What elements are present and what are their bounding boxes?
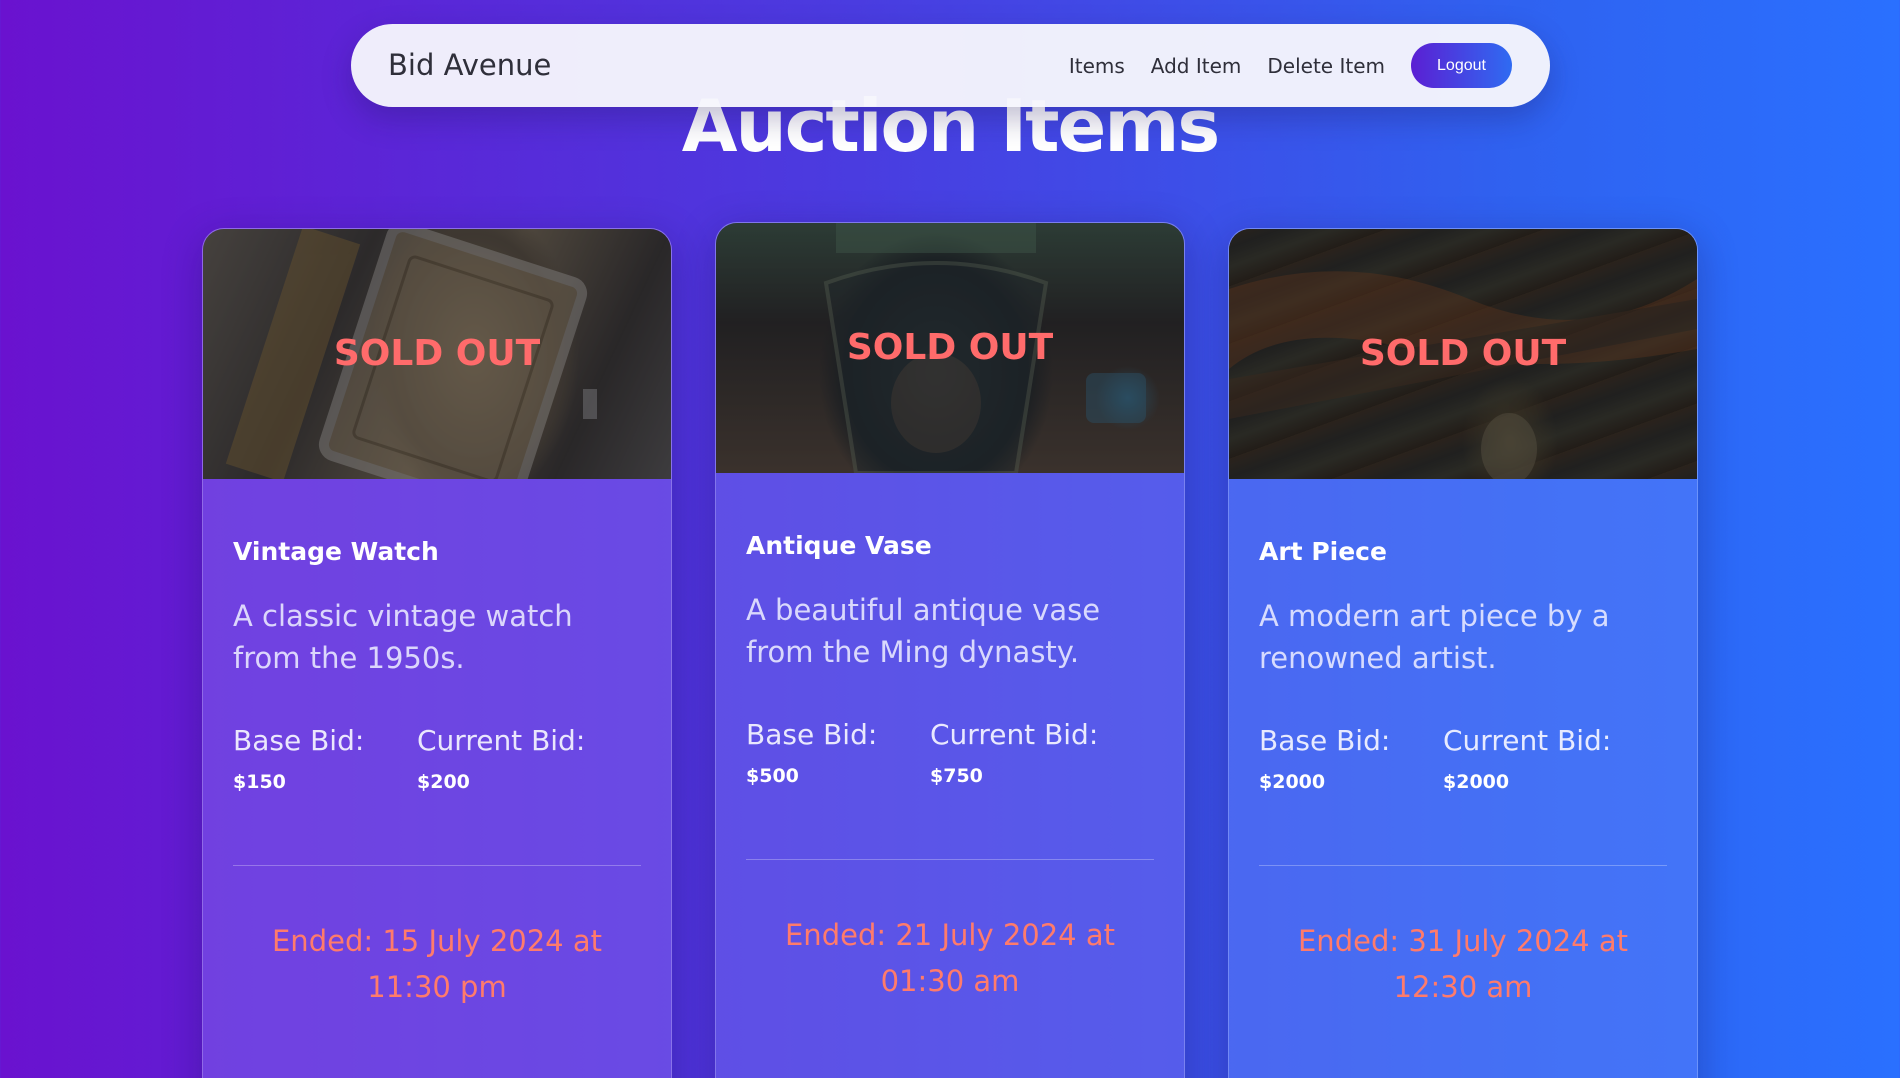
watch-image: SOLD OUT bbox=[203, 229, 671, 479]
item-description: A modern art piece by a renowned artist. bbox=[1259, 599, 1610, 675]
vase-image: SOLD OUT bbox=[716, 223, 1184, 473]
item-name: Art Piece bbox=[1259, 537, 1387, 566]
bid-info: Base Bid: $150 Current Bid: $200 bbox=[233, 723, 641, 793]
base-bid-label: Base Bid: bbox=[746, 718, 878, 751]
auction-ended-text: Ended: 15 July 2024 at 11:30 pm bbox=[271, 924, 602, 1004]
item-description: A classic vintage watch from the 1950s. bbox=[233, 599, 573, 675]
base-bid-label: Base Bid: bbox=[1259, 724, 1391, 757]
current-bid-label: Current Bid: bbox=[930, 718, 1099, 751]
art-image: SOLD OUT bbox=[1229, 229, 1697, 479]
nav-link-add-item[interactable]: Add Item bbox=[1151, 54, 1242, 78]
sold-out-label: SOLD OUT bbox=[333, 333, 541, 374]
divider bbox=[233, 865, 641, 866]
divider bbox=[1259, 865, 1667, 866]
sold-out-label: SOLD OUT bbox=[846, 327, 1054, 368]
nav-link-items[interactable]: Items bbox=[1069, 54, 1125, 78]
auction-ended-text: Ended: 21 July 2024 at 01:30 am bbox=[784, 918, 1115, 998]
base-bid-label: Base Bid: bbox=[233, 724, 365, 757]
bid-info: Base Bid: $500 Current Bid: $750 bbox=[746, 717, 1154, 787]
current-bid-value: $200 bbox=[417, 771, 470, 793]
base-bid-value: $2000 bbox=[1259, 771, 1326, 793]
auction-card-vintage-watch[interactable]: SOLD OUT Vintage Watch A classic vintage… bbox=[202, 228, 672, 1078]
auction-card-antique-vase[interactable]: SOLD OUT Antique Vase A beautiful antiqu… bbox=[715, 222, 1185, 1078]
nav-link-delete-item[interactable]: Delete Item bbox=[1267, 54, 1385, 78]
current-bid-value: $2000 bbox=[1443, 771, 1510, 793]
current-bid-label: Current Bid: bbox=[1443, 724, 1612, 757]
nav-links: Items Add Item Delete Item Logout bbox=[1069, 24, 1512, 107]
bid-info: Base Bid: $2000 Current Bid: $2000 bbox=[1259, 723, 1667, 793]
base-bid-value: $150 bbox=[233, 771, 286, 793]
current-bid-value: $750 bbox=[930, 765, 983, 787]
sold-out-label: SOLD OUT bbox=[1359, 333, 1567, 374]
auction-card-art-piece[interactable]: SOLD OUT Art Piece A modern art piece by… bbox=[1228, 228, 1698, 1078]
item-name: Antique Vase bbox=[746, 531, 932, 560]
item-description: A beautiful antique vase from the Ming d… bbox=[746, 593, 1101, 669]
logout-button[interactable]: Logout bbox=[1411, 43, 1512, 88]
brand-logo[interactable]: Bid Avenue bbox=[388, 24, 551, 107]
auction-ended-text: Ended: 31 July 2024 at 12:30 am bbox=[1297, 924, 1628, 1004]
current-bid-label: Current Bid: bbox=[417, 724, 586, 757]
base-bid-value: $500 bbox=[746, 765, 799, 787]
navbar: Bid Avenue Items Add Item Delete Item Lo… bbox=[351, 24, 1550, 107]
divider bbox=[746, 859, 1154, 860]
item-name: Vintage Watch bbox=[233, 537, 439, 566]
